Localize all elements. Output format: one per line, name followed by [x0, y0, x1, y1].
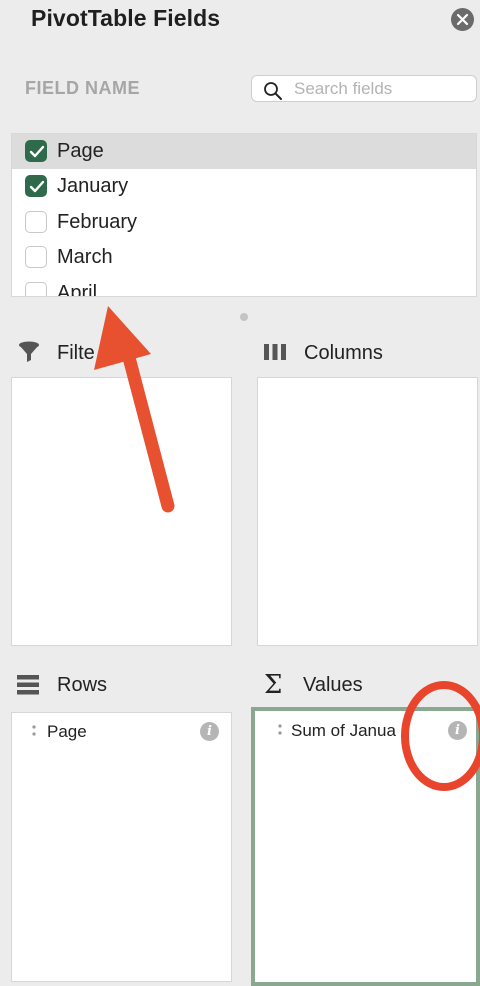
search-input[interactable] — [294, 78, 472, 100]
filters-drop-area[interactable] — [11, 377, 232, 646]
field-row-february[interactable]: February — [12, 205, 476, 240]
rows-item-page[interactable]: Page i — [12, 713, 231, 747]
field-list[interactable]: Page January February March April — [11, 133, 477, 297]
field-row-page[interactable]: Page — [12, 134, 476, 169]
columns-icon — [264, 344, 286, 360]
drag-handle-icon[interactable] — [32, 725, 36, 737]
filter-icon — [19, 341, 39, 362]
rows-drop-area[interactable]: Page i — [11, 712, 232, 982]
field-row-january[interactable]: January — [12, 169, 476, 204]
close-button[interactable] — [451, 8, 474, 31]
search-box[interactable] — [251, 75, 477, 102]
values-label: Values — [303, 674, 363, 696]
checkbox-april[interactable] — [25, 282, 47, 296]
close-icon — [456, 13, 469, 26]
field-label: January — [57, 175, 129, 197]
search-icon — [264, 82, 282, 100]
field-label: April — [57, 282, 98, 297]
field-row-march[interactable]: March — [12, 240, 476, 275]
rows-icon — [17, 675, 39, 695]
checkbox-march[interactable] — [25, 246, 47, 268]
item-label: Page — [47, 722, 87, 741]
rows-label: Rows — [57, 674, 108, 696]
field-name-header: FIELD NAME — [25, 78, 140, 98]
field-label: February — [57, 211, 138, 233]
sigma-icon: Σ — [264, 670, 283, 700]
splitter-handle[interactable] — [240, 313, 248, 321]
drag-handle-icon[interactable] — [278, 724, 282, 736]
checkbox-february[interactable] — [25, 211, 47, 233]
checkmark-icon — [29, 180, 45, 193]
values-drop-area[interactable]: Sum of Janua i — [251, 707, 480, 986]
info-icon[interactable]: i — [200, 722, 219, 741]
checkbox-january[interactable] — [25, 175, 47, 197]
item-label: Sum of Janua — [291, 721, 396, 740]
info-icon[interactable]: i — [448, 721, 467, 740]
field-label: March — [57, 246, 113, 268]
panel-title: PivotTable Fields — [31, 5, 221, 31]
values-item-sum-of-january[interactable]: Sum of Janua i — [255, 712, 476, 746]
checkbox-page[interactable] — [25, 140, 47, 162]
field-row-april[interactable]: April — [12, 276, 476, 297]
checkmark-icon — [29, 145, 45, 158]
columns-drop-area[interactable] — [257, 377, 478, 646]
filters-label: Filte — [57, 342, 95, 364]
field-label: Page — [57, 140, 104, 162]
columns-label: Columns — [304, 342, 383, 364]
